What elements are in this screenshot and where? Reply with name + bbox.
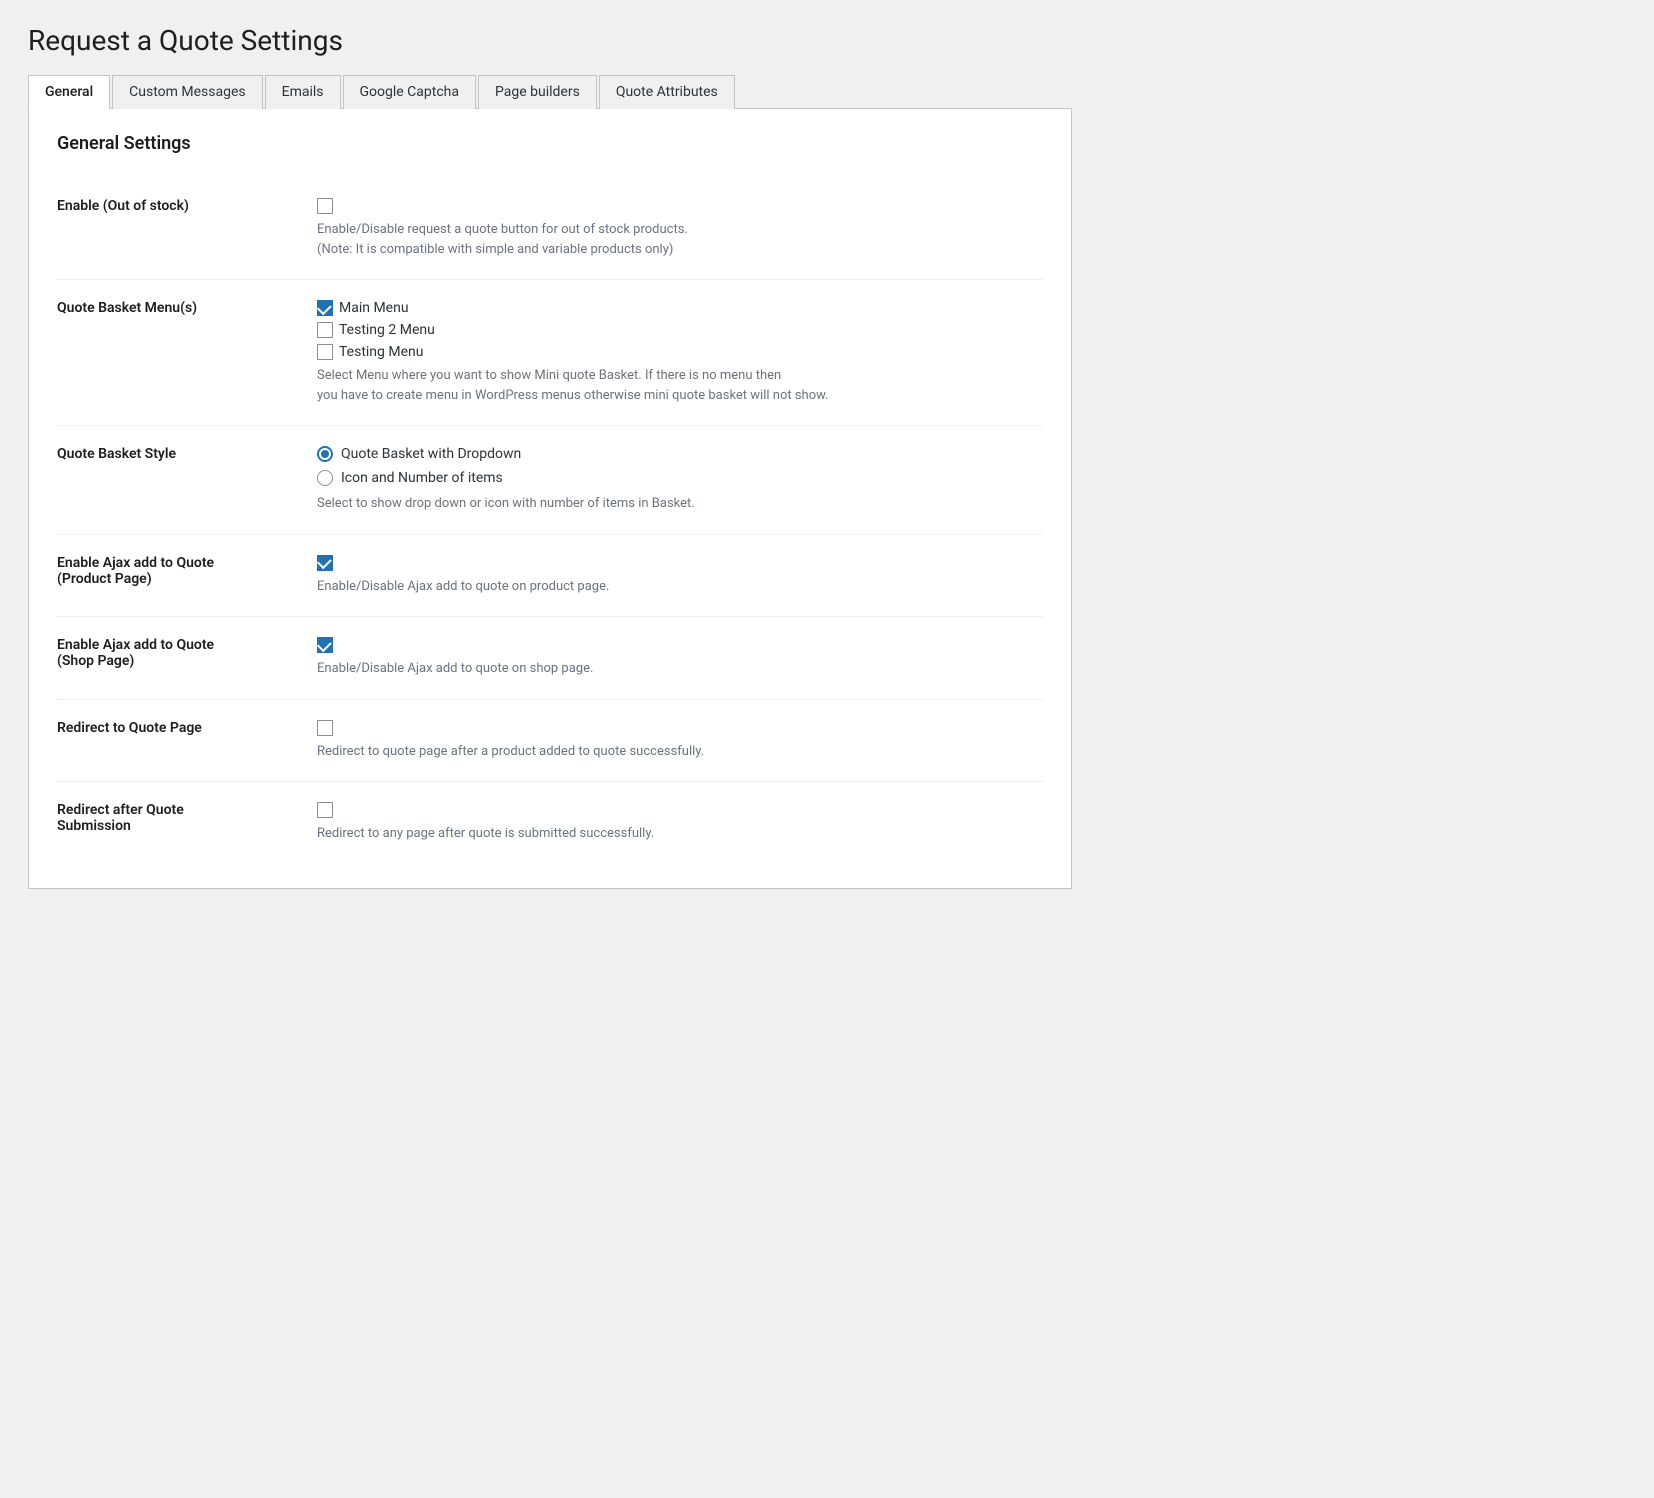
- desc-out-of-stock: Enable/Disable request a quote button fo…: [317, 220, 1043, 259]
- control-enable-out-of-stock: Enable/Disable request a quote button fo…: [317, 178, 1043, 280]
- section-title: General Settings: [57, 133, 1043, 154]
- desc-quote-basket-menus: Select Menu where you want to show Mini …: [317, 366, 1043, 405]
- control-ajax-shop: Enable/Disable Ajax add to quote on shop…: [317, 617, 1043, 700]
- checkbox-redirect-to-quote[interactable]: [317, 720, 333, 736]
- label-dropdown: Quote Basket with Dropdown: [341, 446, 521, 462]
- settings-table: Enable (Out of stock) Enable/Disable req…: [57, 178, 1043, 864]
- checkbox-row-testing2-menu: Testing 2 Menu: [317, 322, 1043, 338]
- setting-quote-basket-menus: Quote Basket Menu(s) Main Menu Testing 2…: [57, 280, 1043, 426]
- checkbox-testing-menu[interactable]: [317, 344, 333, 360]
- setting-ajax-shop: Enable Ajax add to Quote (Shop Page) Ena…: [57, 617, 1043, 700]
- label-testing-menu: Testing Menu: [339, 344, 423, 360]
- label-testing2-menu: Testing 2 Menu: [339, 322, 435, 338]
- label-ajax-product: Enable Ajax add to Quote (Product Page): [57, 534, 317, 617]
- checkbox-redirect-after-submission[interactable]: [317, 802, 333, 818]
- checkbox-row-ajax-product: [317, 555, 1043, 571]
- control-ajax-product: Enable/Disable Ajax add to quote on prod…: [317, 534, 1043, 617]
- radio-icon-number[interactable]: [317, 470, 333, 486]
- desc-redirect-after-submission: Redirect to any page after quote is subm…: [317, 824, 1043, 844]
- setting-ajax-product: Enable Ajax add to Quote (Product Page) …: [57, 534, 1043, 617]
- checkbox-row-ajax-shop: [317, 637, 1043, 653]
- checkbox-testing2-menu[interactable]: [317, 322, 333, 338]
- label-enable-out-of-stock: Enable (Out of stock): [57, 178, 317, 280]
- tab-google-captcha[interactable]: Google Captcha: [343, 75, 477, 109]
- tab-quote-attributes[interactable]: Quote Attributes: [599, 75, 735, 109]
- checkbox-row-testing-menu: Testing Menu: [317, 344, 1043, 360]
- label-redirect-to-quote: Redirect to Quote Page: [57, 699, 317, 782]
- label-icon-number: Icon and Number of items: [341, 470, 503, 486]
- checkbox-main-menu[interactable]: [317, 300, 333, 316]
- tabs-nav: General Custom Messages Emails Google Ca…: [28, 75, 1072, 109]
- checkbox-row-out-of-stock: [317, 198, 1043, 214]
- content-area: General Settings Enable (Out of stock) E…: [28, 109, 1072, 889]
- checkbox-row-redirect-to-quote: [317, 720, 1043, 736]
- setting-quote-basket-style: Quote Basket Style Quote Basket with Dro…: [57, 426, 1043, 535]
- label-redirect-after-submission: Redirect after Quote Submission: [57, 782, 317, 864]
- desc-ajax-product: Enable/Disable Ajax add to quote on prod…: [317, 577, 1043, 597]
- tab-emails[interactable]: Emails: [265, 75, 341, 109]
- setting-redirect-after-submission: Redirect after Quote Submission Redirect…: [57, 782, 1043, 864]
- label-quote-basket-menus: Quote Basket Menu(s): [57, 280, 317, 426]
- tab-page-builders[interactable]: Page builders: [478, 75, 597, 109]
- checkbox-out-of-stock[interactable]: [317, 198, 333, 214]
- label-ajax-shop: Enable Ajax add to Quote (Shop Page): [57, 617, 317, 700]
- checkbox-row-main-menu: Main Menu: [317, 300, 1043, 316]
- checkbox-row-redirect-after-submission: [317, 802, 1043, 818]
- control-quote-basket-style: Quote Basket with Dropdown Icon and Numb…: [317, 426, 1043, 535]
- control-redirect-after-submission: Redirect to any page after quote is subm…: [317, 782, 1043, 864]
- radio-row-dropdown: Quote Basket with Dropdown: [317, 446, 1043, 462]
- control-redirect-to-quote: Redirect to quote page after a product a…: [317, 699, 1043, 782]
- desc-redirect-to-quote: Redirect to quote page after a product a…: [317, 742, 1043, 762]
- checkbox-ajax-product[interactable]: [317, 555, 333, 571]
- page-title: Request a Quote Settings: [28, 24, 1072, 57]
- tab-general[interactable]: General: [28, 75, 110, 109]
- desc-quote-basket-style: Select to show drop down or icon with nu…: [317, 494, 1043, 514]
- control-quote-basket-menus: Main Menu Testing 2 Menu Testing Menu Se…: [317, 280, 1043, 426]
- setting-redirect-to-quote: Redirect to Quote Page Redirect to quote…: [57, 699, 1043, 782]
- radio-dropdown[interactable]: [317, 446, 333, 462]
- label-main-menu: Main Menu: [339, 300, 409, 316]
- checkbox-ajax-shop[interactable]: [317, 637, 333, 653]
- tab-custom-messages[interactable]: Custom Messages: [112, 75, 262, 109]
- radio-row-icon-number: Icon and Number of items: [317, 470, 1043, 486]
- setting-enable-out-of-stock: Enable (Out of stock) Enable/Disable req…: [57, 178, 1043, 280]
- desc-ajax-shop: Enable/Disable Ajax add to quote on shop…: [317, 659, 1043, 679]
- label-quote-basket-style: Quote Basket Style: [57, 426, 317, 535]
